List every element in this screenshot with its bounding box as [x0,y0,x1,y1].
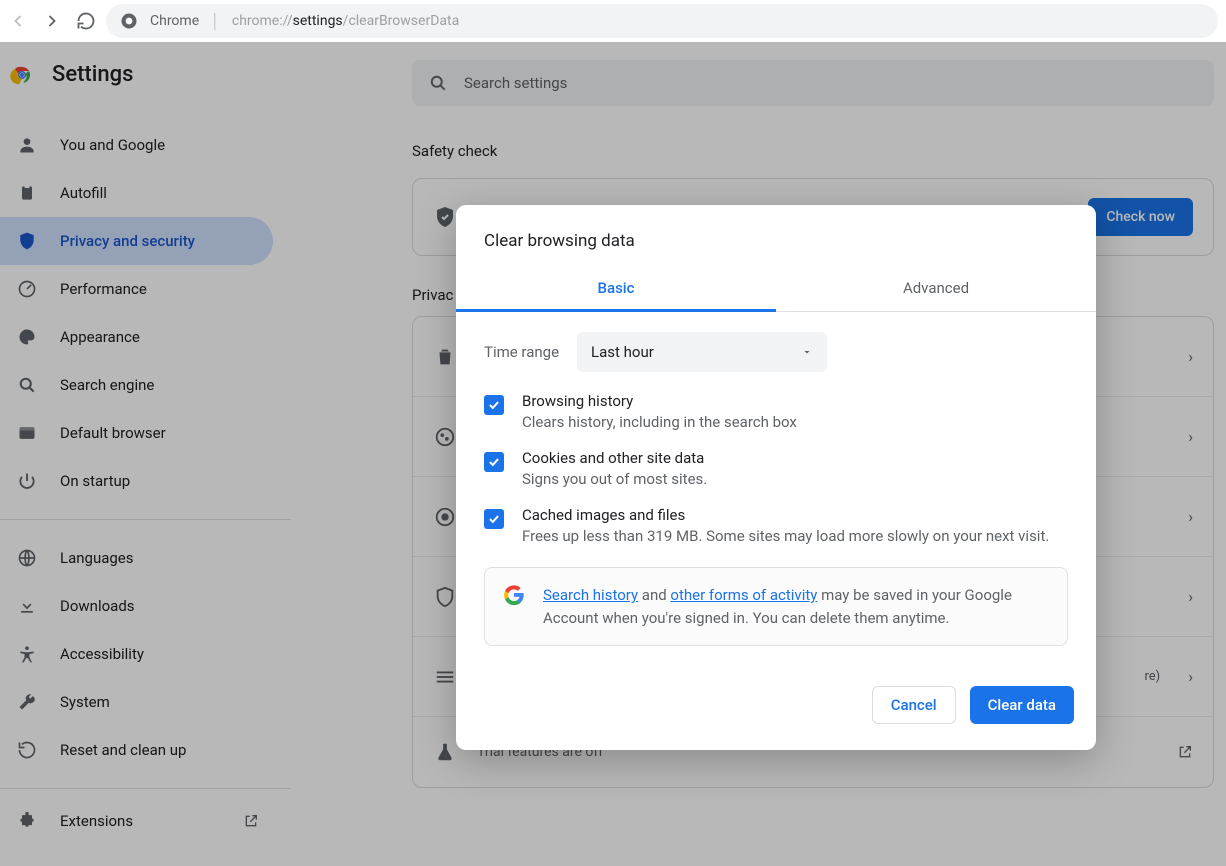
time-range-select[interactable]: Last hour [577,332,827,372]
info-text: Search history and other forms of activi… [543,584,1049,629]
checkbox-title: Cached images and files [522,506,1049,524]
clear-browsing-data-dialog: Clear browsing data Basic Advanced Time … [456,205,1096,750]
checkbox-row-cookies[interactable]: Cookies and other site data Signs you ou… [456,437,1096,494]
address-url: chrome://settings/clearBrowserData [232,13,459,29]
tab-advanced[interactable]: Advanced [776,267,1096,311]
clear-data-button[interactable]: Clear data [970,686,1074,724]
dialog-title: Clear browsing data [456,205,1096,267]
checkbox-row-cache[interactable]: Cached images and files Frees up less th… [456,494,1096,551]
time-range-value: Last hour [591,343,654,361]
nav-icon-group [8,11,96,31]
tab-basic[interactable]: Basic [456,267,776,312]
checkbox-subtitle: Signs you out of most sites. [522,470,707,488]
time-range-label: Time range [484,343,559,361]
checkbox-title: Cookies and other site data [522,449,707,467]
browser-toolbar: Chrome │ chrome://settings/clearBrowserD… [0,0,1226,42]
google-g-icon [503,584,525,629]
back-icon[interactable] [8,11,28,31]
chrome-icon [120,12,138,30]
search-history-link[interactable]: Search history [543,586,638,604]
checkbox-subtitle: Clears history, including in the search … [522,413,797,431]
address-product: Chrome [150,13,199,29]
other-activity-link[interactable]: other forms of activity [670,586,817,604]
checkbox-checked-icon[interactable] [484,395,504,415]
dialog-tabs: Basic Advanced [456,267,1096,312]
checkbox-row-history[interactable]: Browsing history Clears history, includi… [456,380,1096,437]
google-account-info: Search history and other forms of activi… [484,567,1068,646]
address-bar[interactable]: Chrome │ chrome://settings/clearBrowserD… [106,4,1218,38]
dialog-actions: Cancel Clear data [456,654,1096,742]
cancel-button[interactable]: Cancel [872,686,956,724]
checkbox-checked-icon[interactable] [484,452,504,472]
checkbox-title: Browsing history [522,392,797,410]
reload-icon[interactable] [76,11,96,31]
address-separator: │ [211,13,220,30]
dropdown-icon [801,346,813,358]
forward-icon[interactable] [42,11,62,31]
checkbox-subtitle: Frees up less than 319 MB. Some sites ma… [522,527,1049,545]
checkbox-checked-icon[interactable] [484,509,504,529]
